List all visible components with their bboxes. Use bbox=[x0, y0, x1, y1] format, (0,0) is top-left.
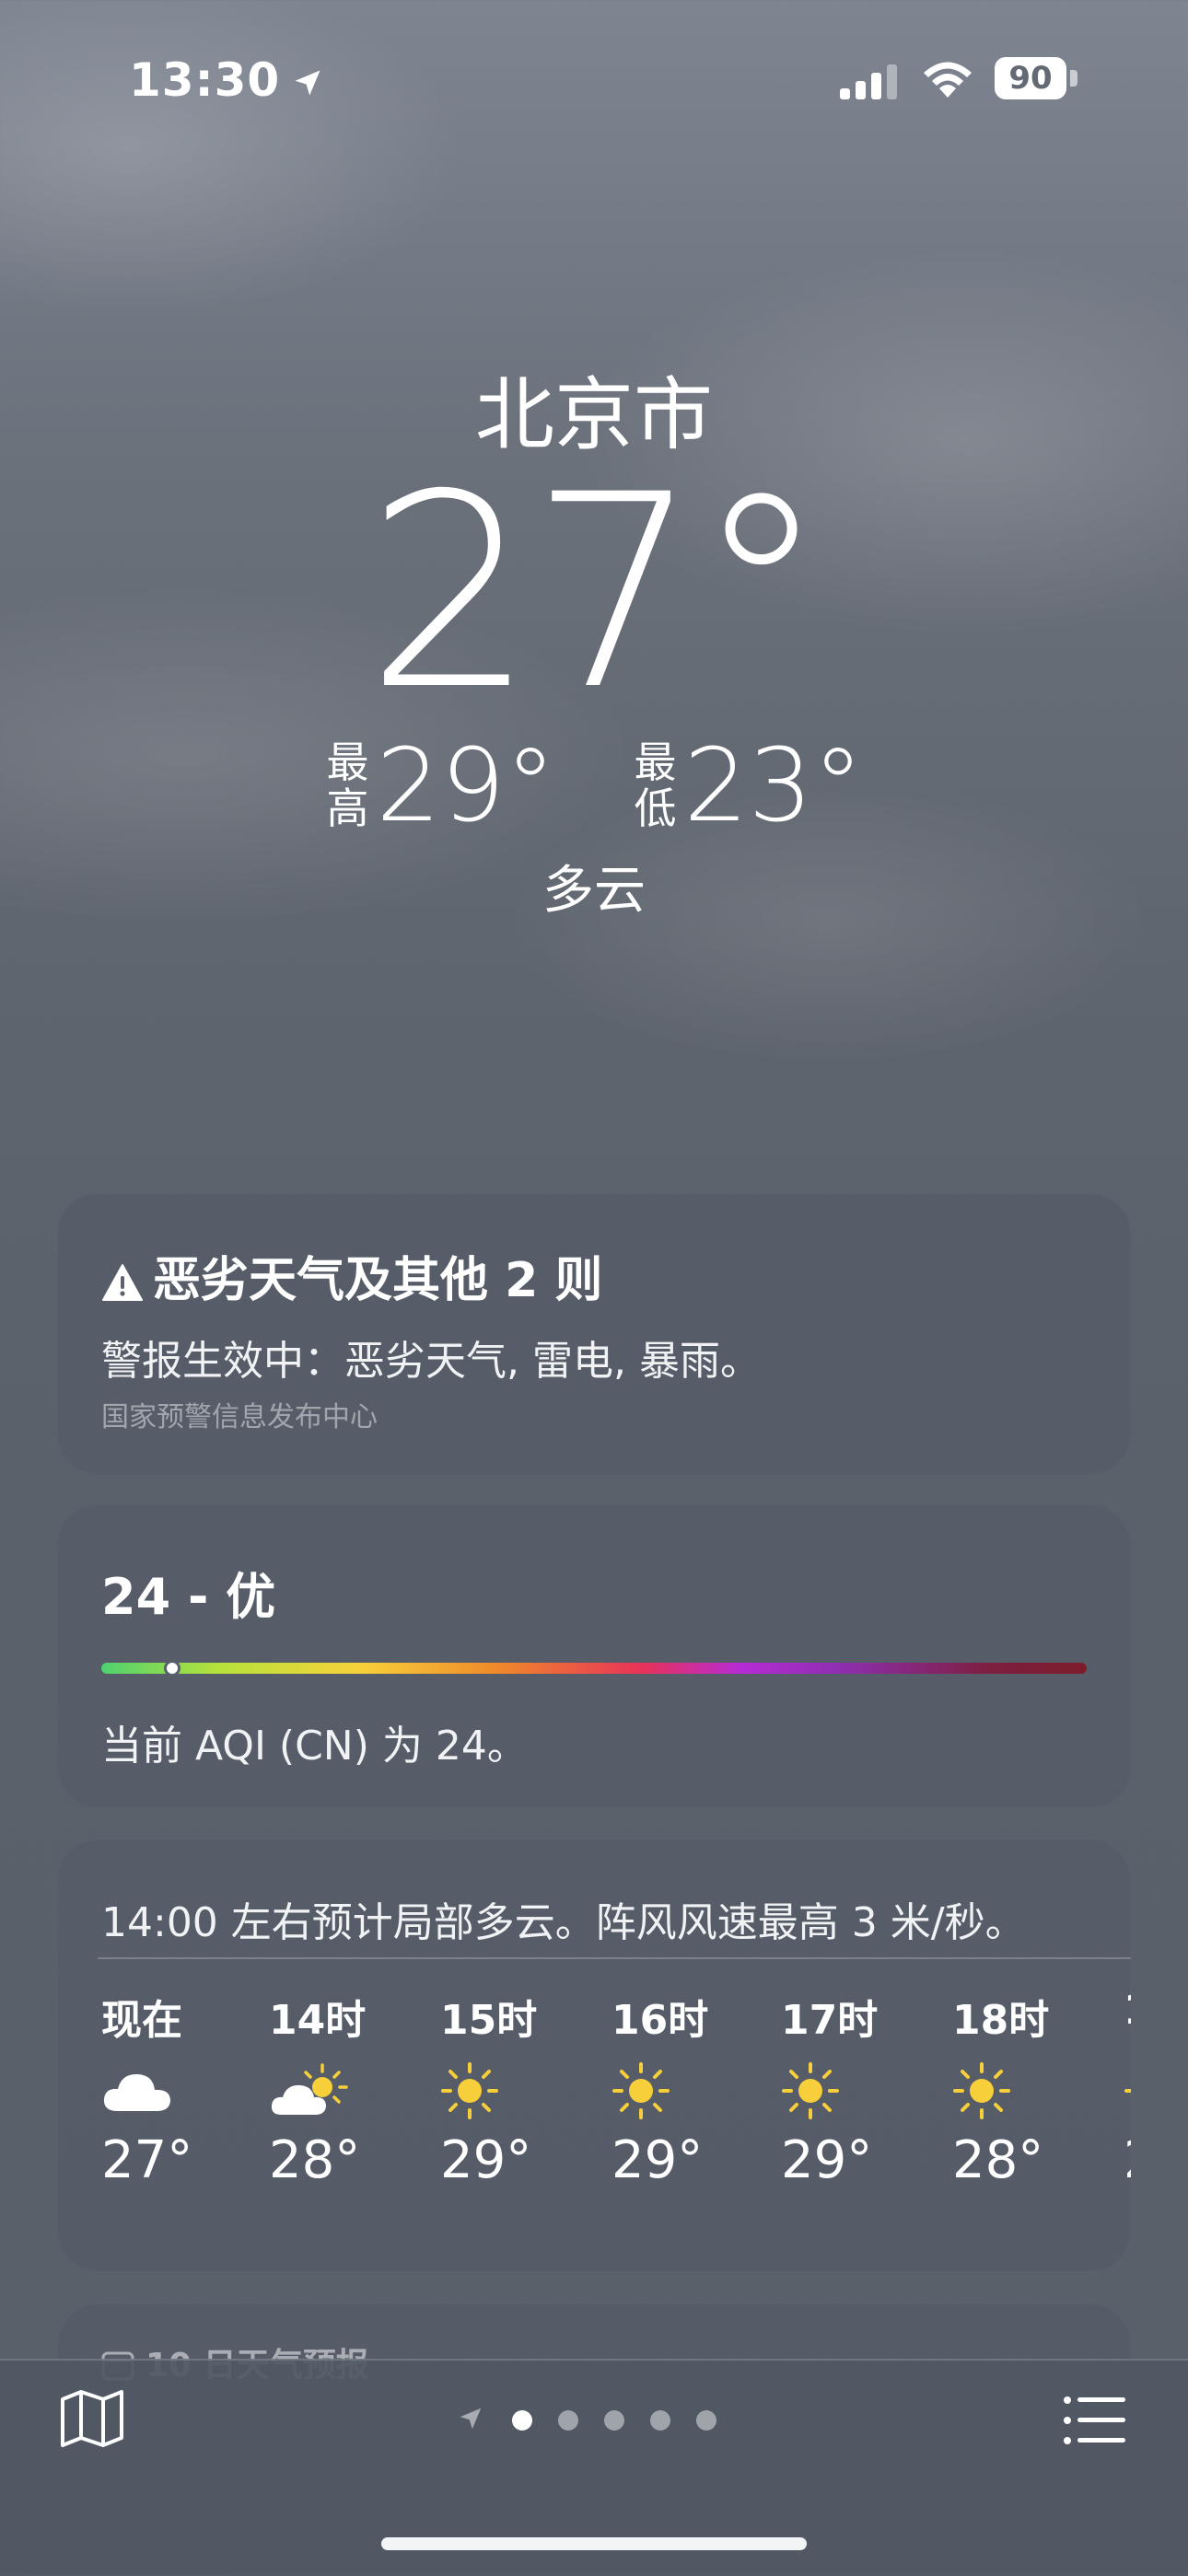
low-label: 最低 bbox=[634, 737, 677, 833]
hour-item: 15时 29° bbox=[440, 1987, 578, 2190]
alert-body: 警报生效中：恶劣天气, 雷电, 暴雨。 bbox=[101, 1338, 761, 1385]
air-quality-card[interactable]: 24 - 优 当前 AQI (CN) 为 24。 bbox=[57, 1504, 1131, 1808]
current-temperature: 27° bbox=[365, 438, 828, 748]
alert-title: 恶劣天气及其他 2 则 bbox=[101, 1241, 602, 1310]
high-temp: 29° bbox=[376, 725, 556, 844]
sun-icon bbox=[952, 2051, 1090, 2130]
page-dot[interactable] bbox=[558, 2410, 578, 2431]
home-indicator[interactable] bbox=[381, 2537, 807, 2550]
aqi-indicator bbox=[164, 1660, 181, 1677]
high-low: 最高29° 最低23° bbox=[0, 727, 1188, 836]
status-time: 13:30 bbox=[129, 53, 324, 110]
divider bbox=[98, 1957, 1131, 1959]
page-dot[interactable] bbox=[512, 2410, 532, 2431]
location-arrow-icon bbox=[291, 57, 324, 110]
battery-icon: 90 bbox=[995, 57, 1079, 99]
hour-item: 16时 29° bbox=[611, 1987, 750, 2190]
map-icon[interactable] bbox=[59, 2388, 125, 2453]
aqi-scale-bar bbox=[101, 1663, 1087, 1674]
sun-icon bbox=[440, 2051, 578, 2130]
sun-icon bbox=[611, 2051, 750, 2130]
page-dot[interactable] bbox=[650, 2410, 670, 2431]
battery-level: 90 bbox=[995, 57, 1066, 99]
hourly-scroller[interactable]: 现在 27° 14时 28° 15时 29° 16时 29° 17时 29° 1… bbox=[101, 1987, 1131, 2263]
page-indicator[interactable] bbox=[457, 2407, 716, 2434]
severe-weather-card[interactable]: 恶劣天气及其他 2 则 警报生效中：恶劣天气, 雷电, 暴雨。 国家预警信息发布… bbox=[57, 1193, 1131, 1475]
hourly-summary: 14:00 左右预计局部多云。阵风风速最高 3 米/秒。 bbox=[101, 1899, 1026, 1946]
sun-icon bbox=[781, 2051, 919, 2130]
alert-source: 国家预警信息发布中心 bbox=[101, 1401, 378, 1433]
page-dot[interactable] bbox=[604, 2410, 624, 2431]
list-icon[interactable] bbox=[1063, 2396, 1127, 2449]
low-temp: 23° bbox=[683, 725, 864, 844]
hour-item: 现在 27° bbox=[101, 1987, 239, 2190]
hour-item: 14时 28° bbox=[269, 1987, 407, 2190]
cloud-icon bbox=[101, 2051, 239, 2130]
current-location-icon bbox=[457, 2405, 484, 2436]
sun-icon bbox=[1124, 2051, 1131, 2130]
hourly-forecast-card[interactable]: 14:00 左右预计局部多云。阵风风速最高 3 米/秒。 现在 27° 14时 bbox=[57, 1839, 1131, 2272]
hour-item: 17时 29° bbox=[781, 1987, 919, 2190]
high-label: 最高 bbox=[326, 737, 369, 833]
condition: 多云 bbox=[542, 861, 646, 921]
hour-item: 18时 28° bbox=[952, 1987, 1090, 2190]
aqi-description: 当前 AQI (CN) 为 24。 bbox=[101, 1723, 528, 1770]
page-dot[interactable] bbox=[696, 2410, 716, 2431]
cellular-signal-icon bbox=[840, 64, 901, 99]
wifi-icon bbox=[921, 57, 974, 99]
warning-icon bbox=[102, 1264, 143, 1301]
aqi-title: 24 - 优 bbox=[101, 1568, 276, 1626]
hour-item: 1 2 bbox=[1124, 1987, 1131, 2190]
partly-cloudy-icon bbox=[269, 2051, 407, 2130]
